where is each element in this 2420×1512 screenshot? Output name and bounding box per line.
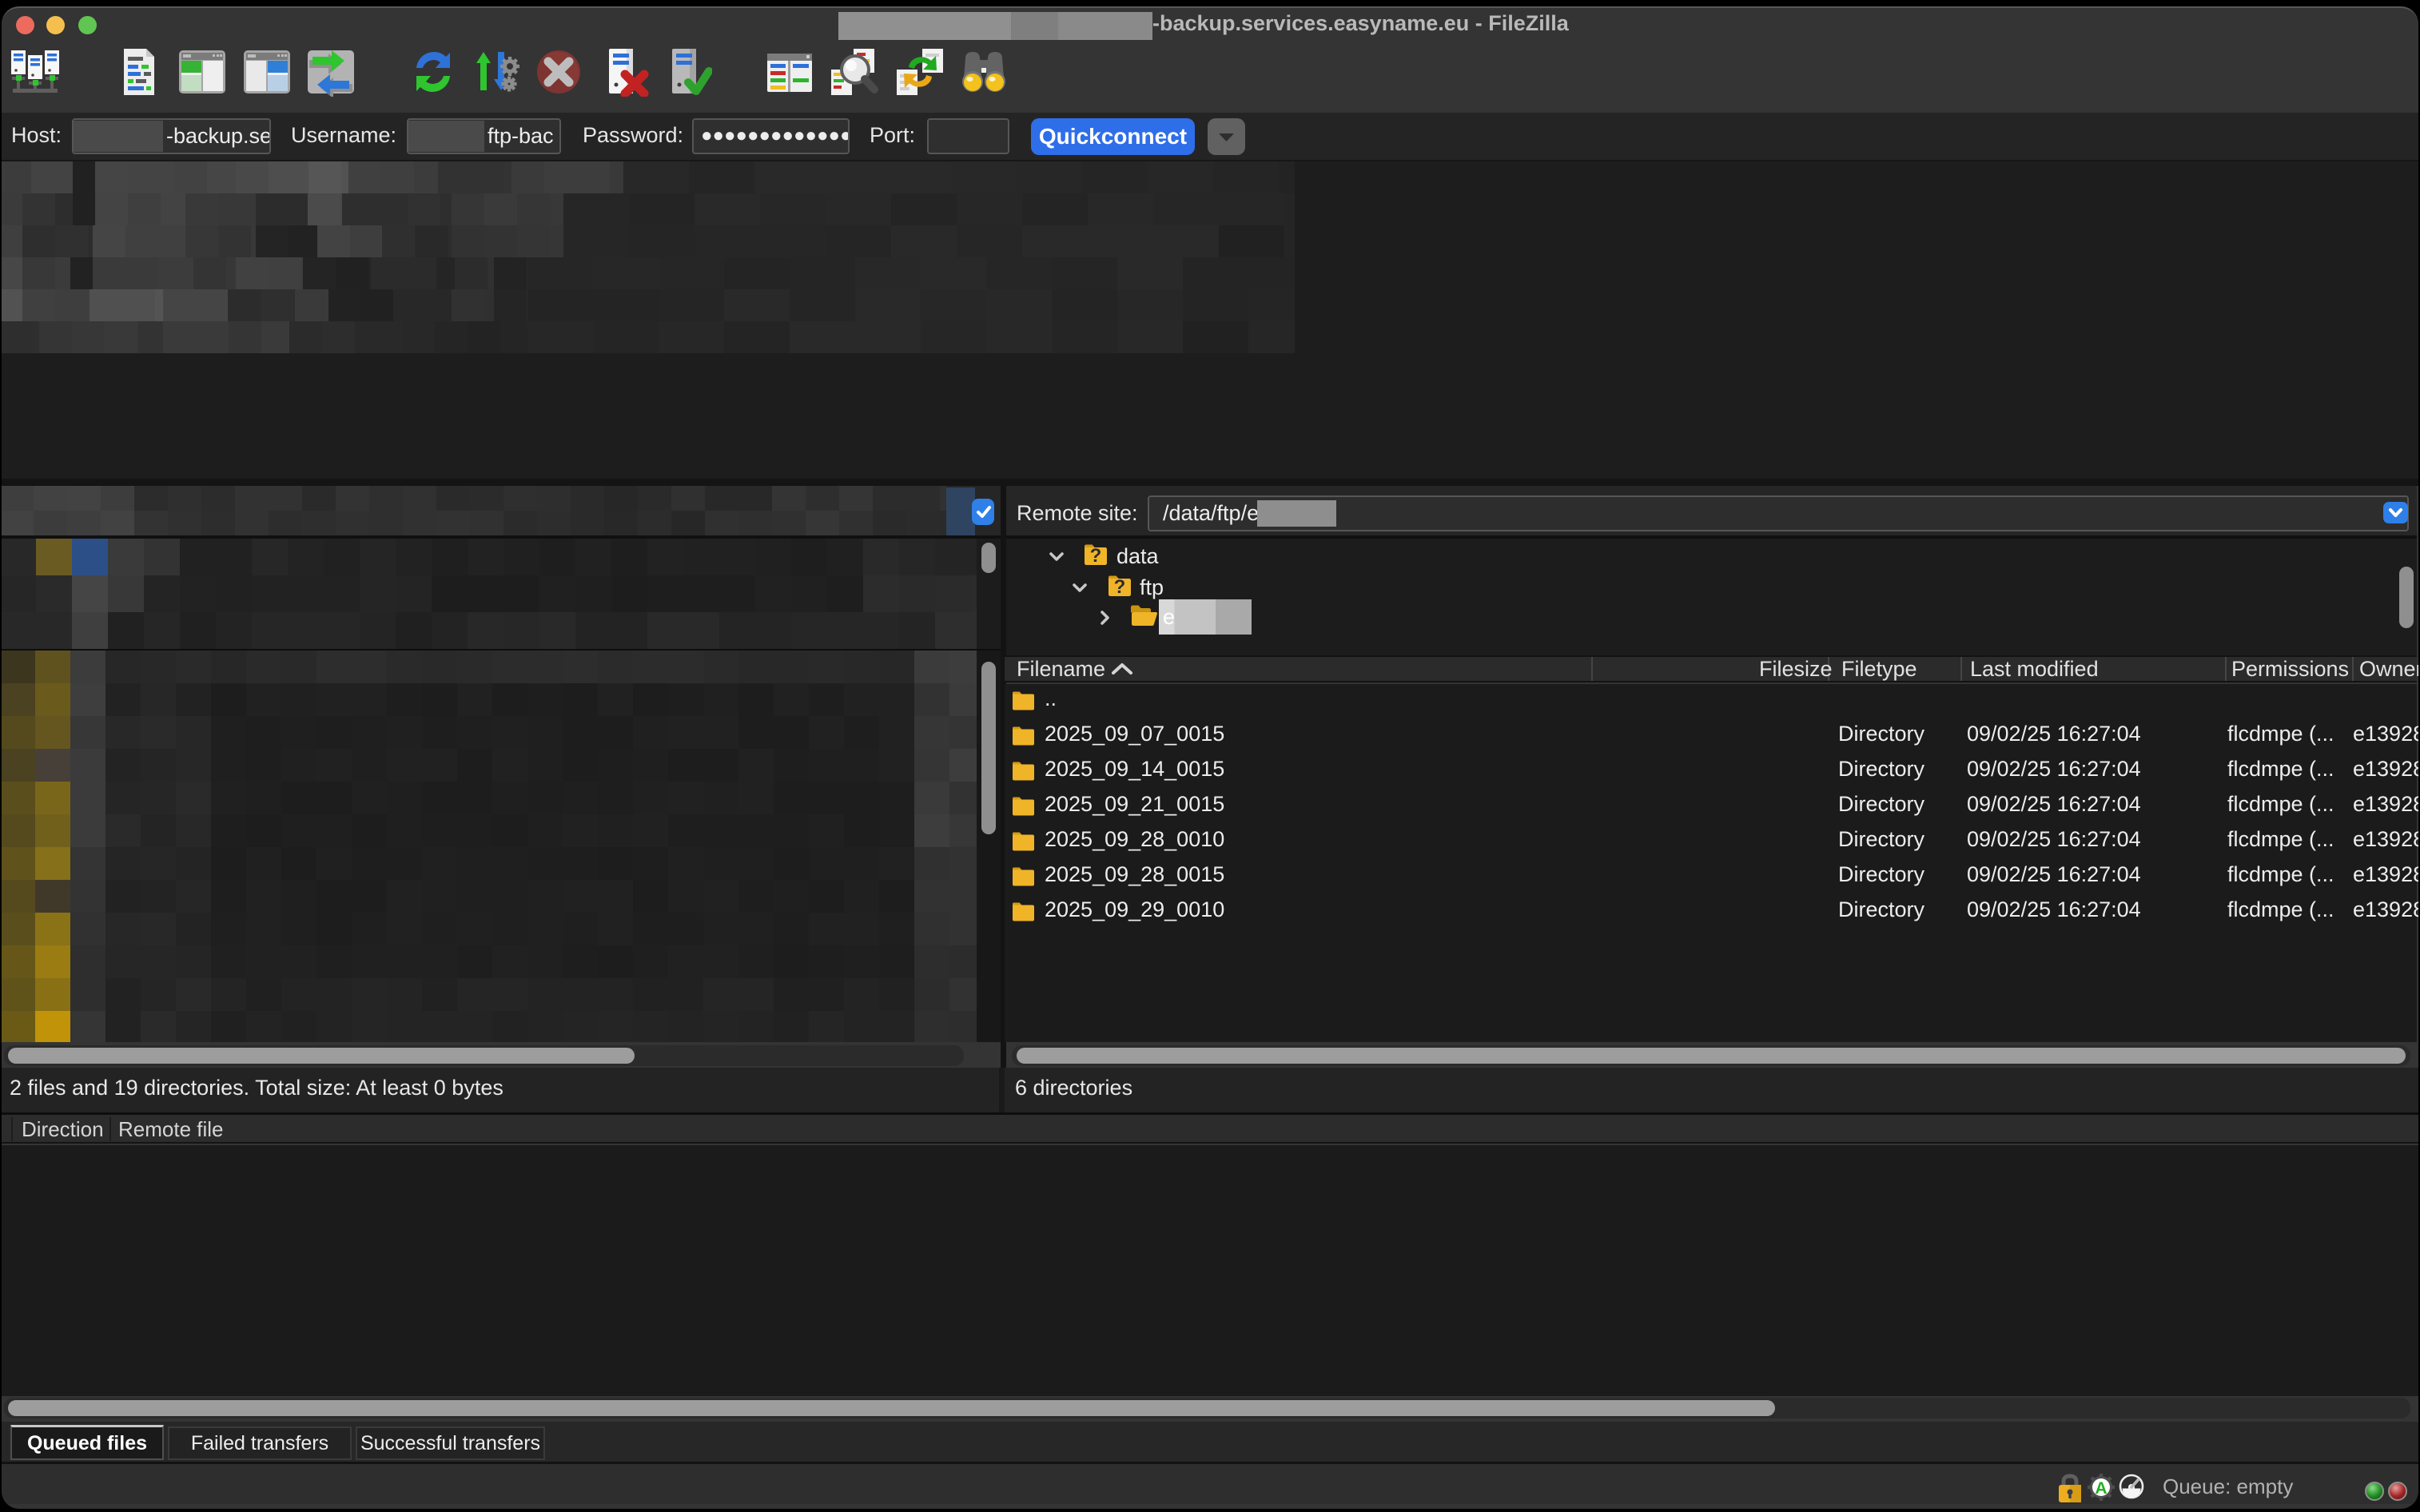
svg-text:A: A <box>2095 1479 2107 1498</box>
svg-text:?: ? <box>1114 576 1126 597</box>
svg-text:?: ? <box>1090 545 1102 566</box>
